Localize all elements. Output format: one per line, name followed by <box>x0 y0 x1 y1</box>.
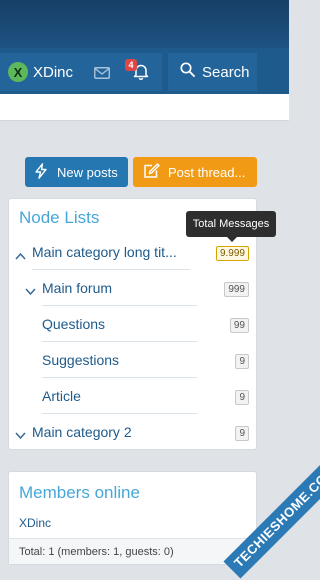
node-item[interactable]: Article 9 <box>9 379 256 415</box>
node-item[interactable]: Main category long tit... 9.999 <box>9 235 256 271</box>
node-item[interactable]: Questions 99 <box>9 307 256 343</box>
node-item[interactable]: Main forum 999 <box>9 271 256 307</box>
username-label: XDinc <box>33 63 74 81</box>
new-posts-button[interactable]: New posts <box>25 157 128 187</box>
search-button[interactable]: Search <box>168 53 257 91</box>
node-divider <box>42 341 197 342</box>
node-title[interactable]: Main category 2 <box>32 424 132 440</box>
post-thread-button[interactable]: Post thread... <box>133 157 257 187</box>
node-item[interactable]: Main category 2 9 <box>9 415 256 451</box>
members-online-block: Members online XDinc Total: 1 (members: … <box>8 471 257 565</box>
node-title[interactable]: Questions <box>42 316 105 332</box>
node-divider <box>42 305 197 306</box>
tooltip-arrow <box>227 237 237 242</box>
node-divider <box>42 377 197 378</box>
node-divider <box>42 413 197 414</box>
notification-badge: 4 <box>125 59 137 71</box>
members-total: Total: 1 (members: 1, guests: 0) <box>9 538 256 564</box>
search-label: Search <box>202 63 250 81</box>
search-icon <box>180 62 195 82</box>
envelope-icon[interactable] <box>94 66 110 84</box>
avatar: X <box>8 62 28 82</box>
node-title[interactable]: Main category long tit... <box>32 244 177 260</box>
node-list-title: Node Lists <box>19 208 100 227</box>
new-posts-label: New posts <box>57 164 118 180</box>
chevron-down-icon[interactable] <box>15 427 26 445</box>
node-divider <box>32 269 190 270</box>
message-count: 9 <box>235 390 249 405</box>
total-messages-tooltip: Total Messages <box>186 211 276 237</box>
chevron-down-icon[interactable] <box>25 283 36 301</box>
message-count: 99 <box>229 318 249 333</box>
message-count: 9.999 <box>215 246 249 261</box>
node-item[interactable]: Suggestions 9 <box>9 343 256 379</box>
edit-icon <box>143 162 160 182</box>
sub-navigation <box>0 94 289 121</box>
node-title[interactable]: Main forum <box>42 280 112 296</box>
node-title[interactable]: Article <box>42 388 81 404</box>
message-count: 999 <box>224 282 249 297</box>
post-thread-label: Post thread... <box>168 164 246 180</box>
node-title[interactable]: Suggestions <box>42 352 119 368</box>
message-count: 9 <box>235 354 249 369</box>
members-online-title[interactable]: Members online <box>19 483 140 503</box>
lightning-bolt-icon <box>34 162 48 182</box>
member-link[interactable]: XDinc <box>19 516 51 530</box>
header-band <box>0 0 289 48</box>
message-count: 9 <box>235 426 249 441</box>
chevron-up-icon[interactable] <box>15 247 26 265</box>
